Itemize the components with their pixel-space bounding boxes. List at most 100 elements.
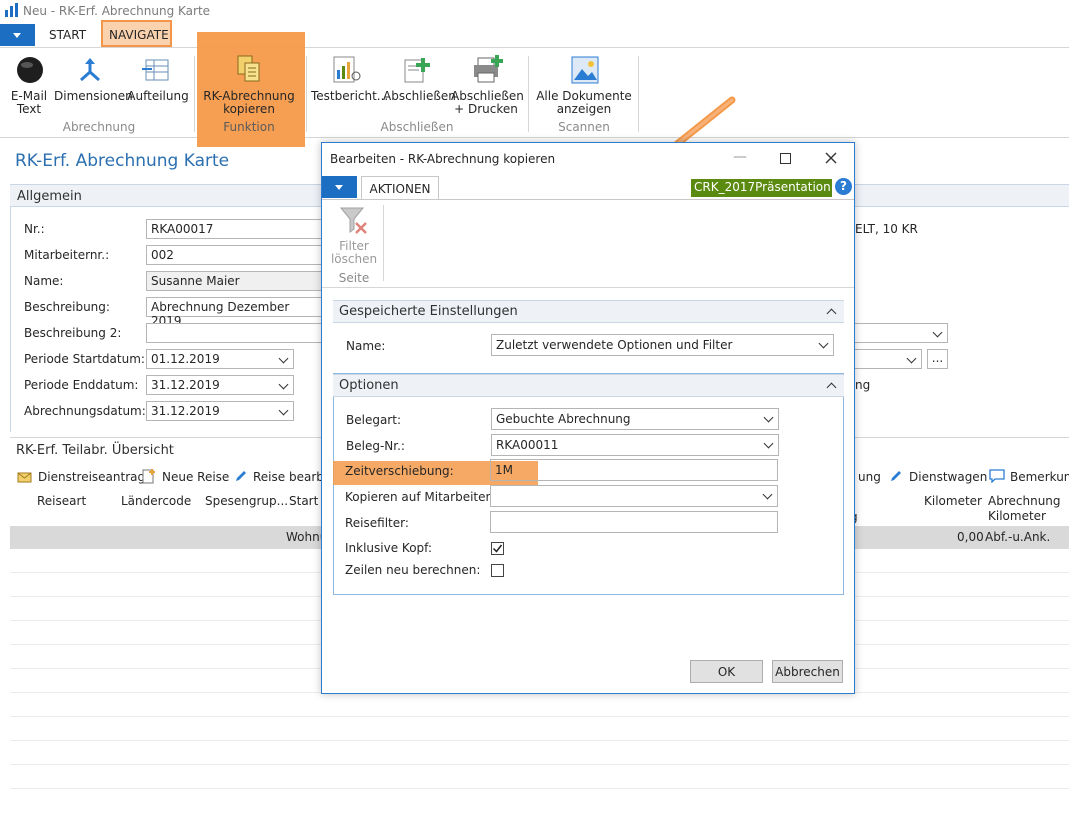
app-menu-button[interactable] xyxy=(0,24,35,46)
page-title: RK-Erf. Abrechnung Karte xyxy=(15,151,230,171)
travel-request-button[interactable]: Dienstreiseantrag xyxy=(38,470,145,484)
column-kilometer[interactable]: Kilometer xyxy=(924,494,982,508)
employee-no-field[interactable]: 002 xyxy=(146,245,322,265)
tab-start[interactable]: START xyxy=(49,28,86,42)
new-trip-icon xyxy=(141,468,157,484)
trip-filter-label: Reisefilter: xyxy=(345,516,409,530)
ribbon-separator xyxy=(528,56,529,132)
ribbon-separator xyxy=(306,56,307,132)
minimize-icon[interactable]: — xyxy=(733,149,747,165)
distribution-button[interactable]: Aufteilung xyxy=(127,90,189,103)
group-page: Seite xyxy=(338,271,370,285)
right-dropdown-2[interactable] xyxy=(854,349,922,369)
field-label-period-start: Periode Startdatum: xyxy=(24,352,145,366)
name-field: Susanne Maier xyxy=(146,271,322,291)
time-shift-label: Zeitverschiebung: xyxy=(345,464,454,478)
copy-expense-button[interactable]: RK-Abrechnung kopieren xyxy=(199,90,299,116)
time-shift-input[interactable]: 1M xyxy=(490,459,778,481)
ribbon-separator xyxy=(383,205,384,281)
comment-icon xyxy=(989,469,1005,483)
recalc-lines-checkbox[interactable] xyxy=(491,564,504,577)
test-report-button[interactable]: Testbericht... xyxy=(311,90,388,103)
description2-field[interactable] xyxy=(146,323,322,343)
post-button[interactable]: Abschließen xyxy=(383,90,456,103)
column-trip-type[interactable]: Reiseart xyxy=(37,494,86,508)
recalc-lines-label: Zeilen neu berechnen: xyxy=(345,563,481,577)
company-car-button[interactable]: Dienstwagen xyxy=(909,470,987,484)
lookup-button[interactable]: ... xyxy=(927,349,948,369)
period-end-field[interactable]: 31.12.2019 xyxy=(146,375,294,395)
documents-icon xyxy=(570,55,600,85)
email-button[interactable]: E-Mail Text xyxy=(4,90,54,116)
include-header-checkbox[interactable] xyxy=(491,542,504,555)
description-field[interactable]: Abrechnung Dezember 2019 xyxy=(146,297,322,328)
cancel-button[interactable]: Abbrechen xyxy=(772,660,843,683)
saved-settings-label: Gespeicherte Einstellungen xyxy=(339,304,518,319)
dimensions-icon xyxy=(76,56,104,84)
right-field-text-2: ng xyxy=(855,378,871,392)
close-icon[interactable] xyxy=(825,152,837,164)
include-header-label: Inklusive Kopf: xyxy=(345,541,432,555)
post-print-button[interactable]: Abschließen + Drucken xyxy=(451,90,524,116)
collapse-icon[interactable] xyxy=(826,308,837,319)
general-fasttab-label: Allgemein xyxy=(17,189,82,204)
travel-request-icon xyxy=(17,470,33,484)
dialog-menu-button[interactable] xyxy=(322,176,357,198)
app-icon xyxy=(4,3,19,17)
field-label-description: Beschreibung: xyxy=(24,300,110,314)
post-print-icon xyxy=(472,54,504,84)
trip-filter-input[interactable] xyxy=(490,511,778,533)
grid-line xyxy=(10,764,1069,765)
field-label-nr: Nr.: xyxy=(24,222,45,236)
tab-navigate[interactable]: NAVIGATE xyxy=(109,28,169,42)
dialog-ribbon xyxy=(322,199,854,288)
right-dropdown-1[interactable] xyxy=(854,323,948,343)
saved-settings-name-dropdown[interactable]: Zuletzt verwendete Optionen und Filter xyxy=(491,334,834,356)
dimensions-button[interactable]: Dimensionen xyxy=(54,90,133,103)
post-icon xyxy=(403,56,431,84)
group-abschliessen: Abschließen xyxy=(380,120,454,134)
column-start[interactable]: Start xyxy=(289,494,318,508)
field-label-name: Name: xyxy=(24,274,64,288)
copy-to-employee-dropdown[interactable] xyxy=(490,485,778,507)
doc-no-dropdown[interactable]: RKA00011 xyxy=(491,434,779,456)
field-label-settlement-date: Abrechnungsdatum: xyxy=(24,404,146,418)
group-funktion: Funktion xyxy=(223,120,275,134)
period-start-field[interactable]: 01.12.2019 xyxy=(146,349,294,369)
comment-button[interactable]: Bemerkung xyxy=(1010,470,1069,484)
nr-field[interactable]: RKA00017 xyxy=(146,219,322,239)
company-car-icon xyxy=(889,469,905,483)
column-expense-group[interactable]: Spesengrup... xyxy=(205,494,288,508)
window-title: Neu - RK-Erf. Abrechnung Karte xyxy=(23,4,211,18)
copy-icon xyxy=(235,54,263,84)
ribbon-separator xyxy=(194,56,195,132)
column-settlement-km[interactable]: Abrechnung Kilometer xyxy=(988,494,1061,524)
maximize-icon[interactable] xyxy=(780,153,791,164)
clear-filter-icon xyxy=(339,205,369,235)
column-country-code[interactable]: Ländercode xyxy=(121,494,191,508)
settlement-date-field[interactable]: 31.12.2019 xyxy=(146,401,294,421)
field-label-employee: Mitarbeiternr.: xyxy=(24,248,110,262)
grid-line xyxy=(10,740,1069,741)
collapse-icon[interactable] xyxy=(826,382,837,393)
options-section-header[interactable]: Optionen xyxy=(333,374,844,397)
distribution-icon xyxy=(142,56,172,84)
lines-section-title: RK-Erf. Teilabr. Übersicht xyxy=(16,443,174,458)
show-documents-button[interactable]: Alle Dokumente anzeigen xyxy=(536,90,632,116)
row-cell-km: 0,00 xyxy=(957,530,984,544)
doc-type-dropdown[interactable]: Gebuchte Abrechnung xyxy=(491,408,779,430)
copy-to-employee-label: Kopieren auf Mitarbeiter: xyxy=(345,490,495,504)
company-badge: CRK_2017Präsentation -... xyxy=(691,179,832,197)
doc-type-label: Belegart: xyxy=(346,413,401,427)
toolbar-partial-button[interactable]: ung xyxy=(858,470,881,484)
saved-settings-section[interactable]: Gespeicherte Einstellungen xyxy=(333,300,844,323)
field-label-description2: Beschreibung 2: xyxy=(24,326,122,340)
clear-filter-button: Filter löschen xyxy=(330,239,378,266)
right-field-text: ELT, 10 KR xyxy=(855,222,918,236)
new-trip-button[interactable]: Neue Reise xyxy=(162,470,229,484)
help-icon[interactable]: ? xyxy=(835,178,852,195)
ok-button[interactable]: OK xyxy=(690,660,763,683)
edit-trip-icon xyxy=(234,469,248,483)
dialog-title: Bearbeiten - RK-Abrechnung kopieren xyxy=(330,152,556,166)
tab-actions[interactable]: AKTIONEN xyxy=(361,176,439,199)
